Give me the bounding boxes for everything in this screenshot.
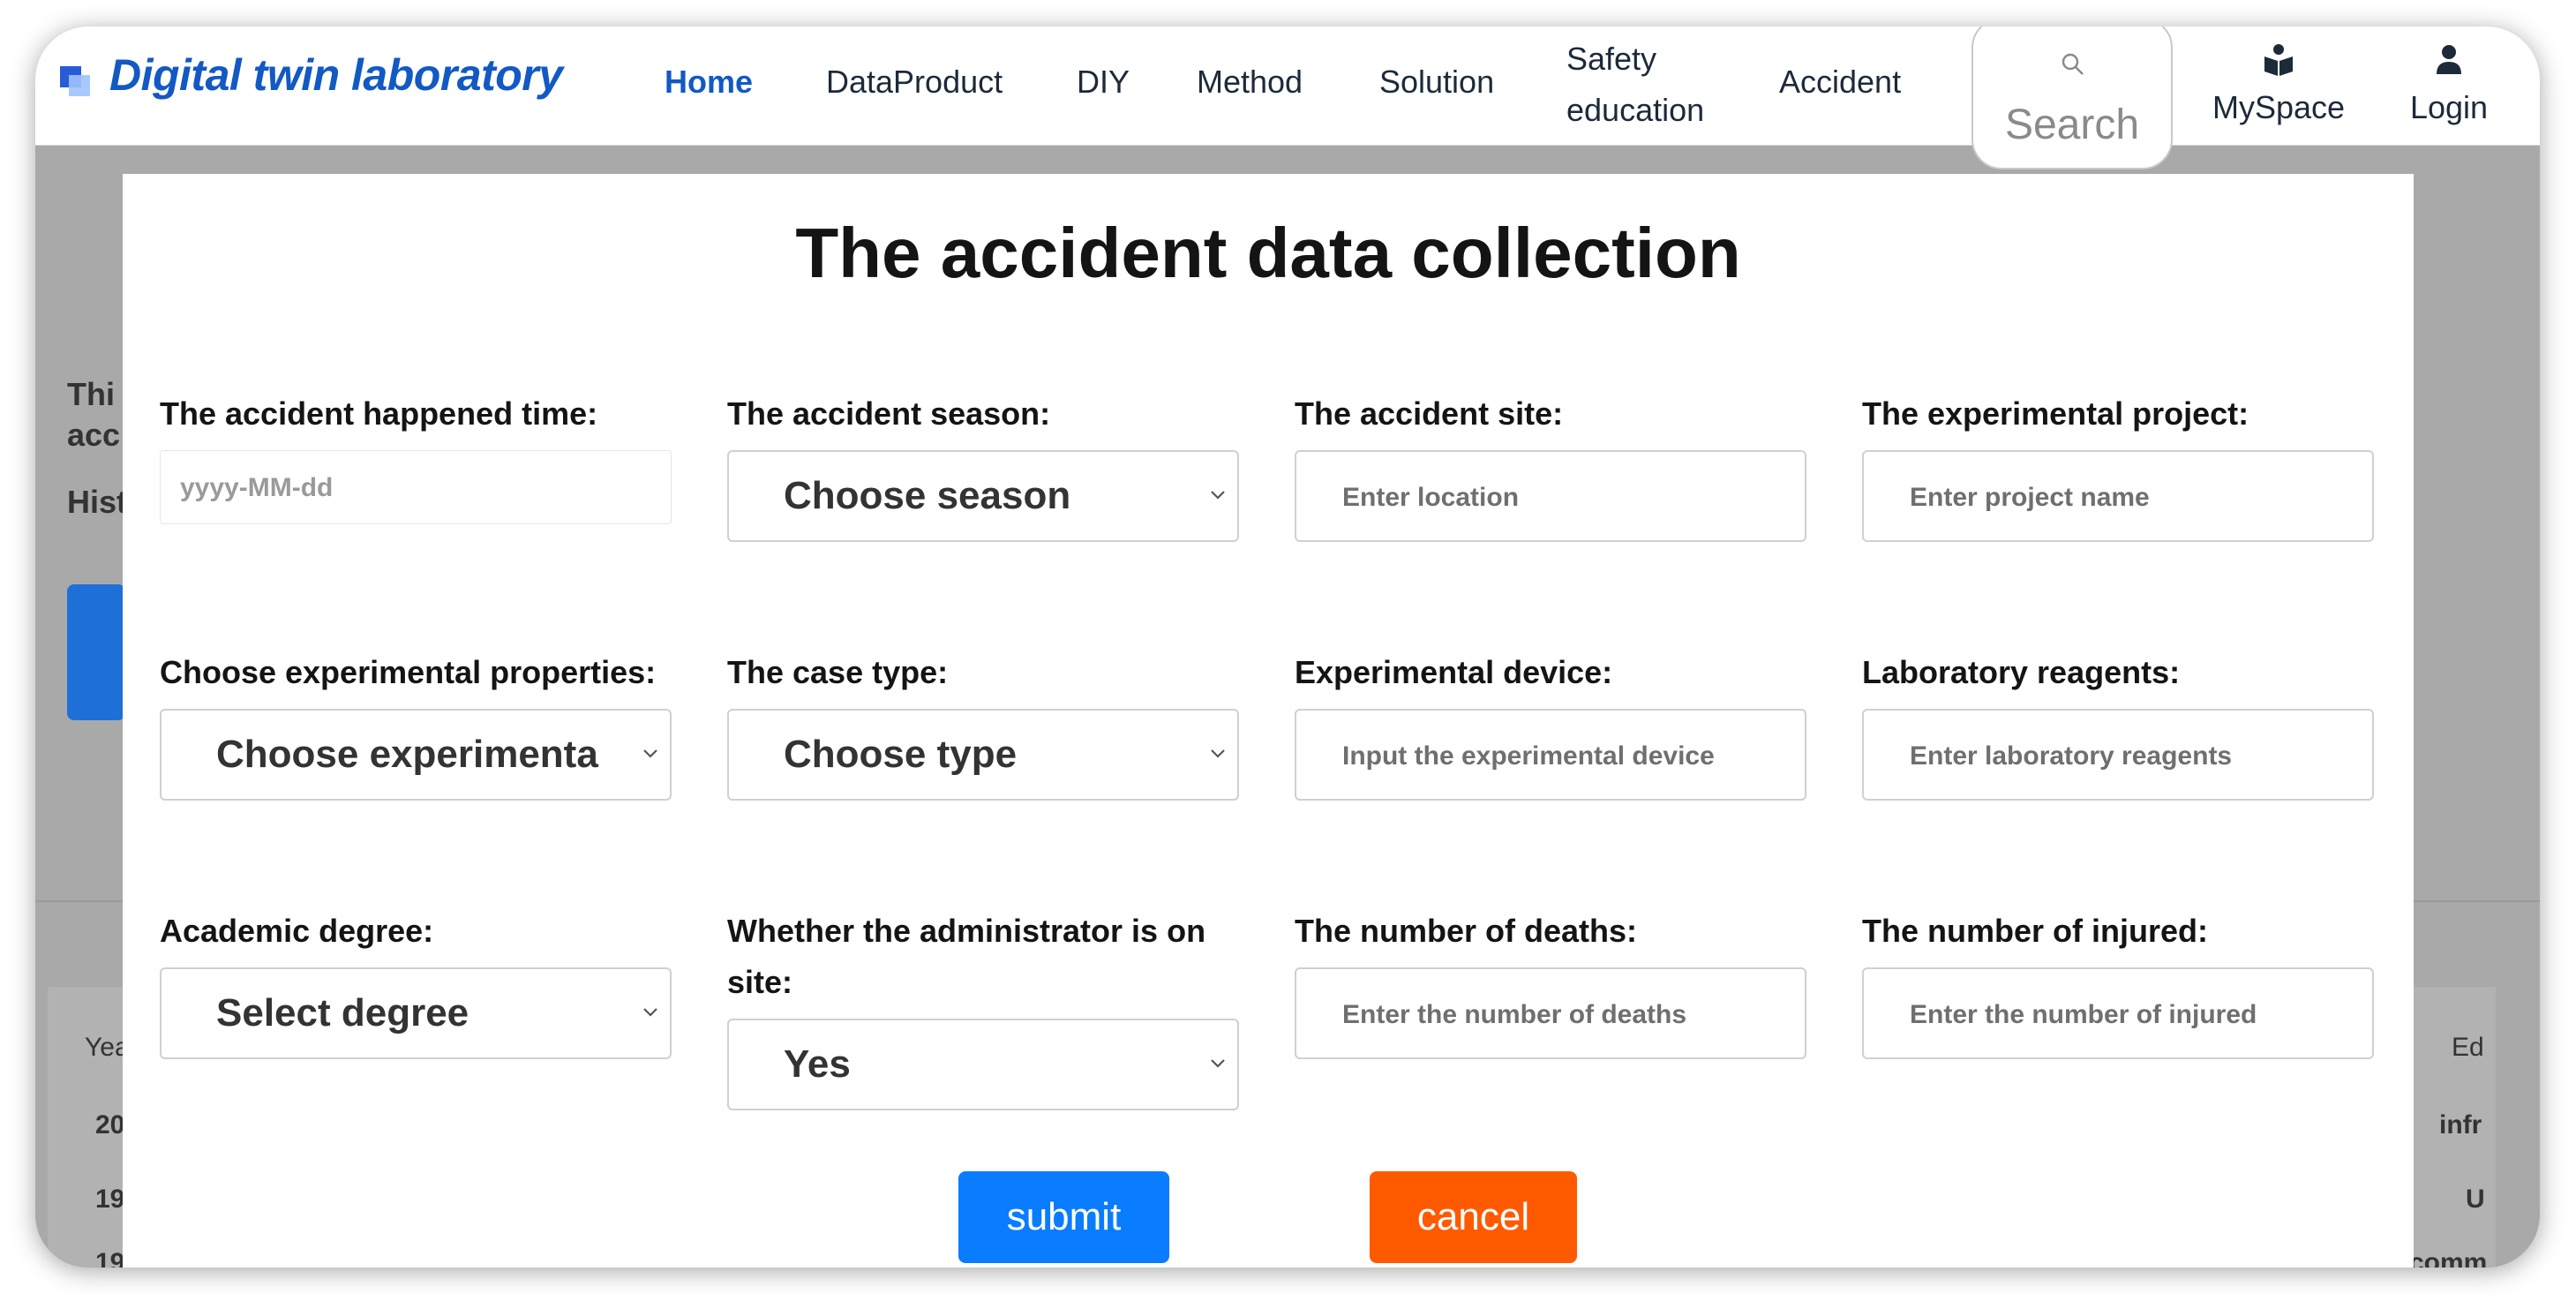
case-type-select[interactable]: Choose type — [727, 709, 1239, 801]
field-label: Laboratory reagents: — [1862, 654, 2181, 690]
nav-home[interactable]: Home — [665, 64, 753, 101]
table-row-3-year: 19 — [95, 1248, 125, 1268]
login-label: Login — [2409, 89, 2489, 125]
intro-text-line1: Thi — [67, 376, 115, 412]
site-logo[interactable]: Digital twin laboratory — [109, 49, 563, 101]
location-placeholder: Enter location — [1342, 483, 1520, 512]
user-icon — [2437, 45, 2461, 74]
accident-time-input[interactable]: yyyy-MM-dd — [160, 450, 672, 524]
logo-icon — [60, 66, 90, 96]
accident-time-placeholder: yyyy-MM-dd — [180, 473, 334, 502]
search-label: Search — [2004, 102, 2140, 148]
project-name-input[interactable]: Enter project name — [1862, 450, 2374, 542]
experimental-device-input[interactable]: Input the experimental device — [1295, 709, 1806, 801]
table-row-3-edu: comm — [2409, 1248, 2488, 1268]
field-administrator-on-site: Whether the administrator is on site: Ye… — [727, 906, 1239, 1110]
field-accident-time: The accident happened time: yyyy-MM-dd — [160, 388, 672, 524]
field-case-type: The case type: Choose type — [727, 647, 1239, 801]
experimental-device-placeholder: Input the experimental device — [1342, 741, 1715, 771]
season-select[interactable]: Choose season — [727, 450, 1239, 542]
administrator-on-site-value: Yes — [784, 1042, 851, 1086]
chevron-down-icon — [1211, 1059, 1225, 1068]
location-input[interactable]: Enter location — [1295, 450, 1806, 542]
field-label: The accident season: — [727, 395, 1051, 432]
search-button[interactable]: Search — [1971, 26, 2173, 169]
field-label: The experimental project: — [1862, 395, 2249, 432]
nav-solution[interactable]: Solution — [1379, 64, 1494, 101]
table-row-2-year: 19 — [95, 1185, 125, 1214]
chevron-down-icon — [1211, 491, 1225, 500]
nav-safety-line2: education — [1566, 92, 1705, 128]
book-reader-icon — [2264, 44, 2293, 76]
field-label: The number of injured: — [1862, 913, 2208, 949]
season-select-value: Choose season — [784, 474, 1071, 517]
nav-safety-line1: Safety — [1566, 41, 1657, 77]
accident-data-modal: The accident data collection The acciden… — [123, 174, 2414, 1268]
chevron-down-icon — [643, 749, 657, 758]
nav-accident[interactable]: Accident — [1779, 64, 1901, 101]
field-label: The case type: — [727, 654, 949, 690]
field-academic-degree: Academic degree: Select degree — [160, 906, 672, 1059]
project-name-placeholder: Enter project name — [1910, 483, 2150, 512]
field-number-of-injured: The number of injured: Enter the number … — [1862, 906, 2374, 1059]
academic-degree-value: Select degree — [216, 991, 469, 1034]
nav-login[interactable]: Login — [2400, 42, 2497, 126]
top-navigation: Digital twin laboratory Home DataProduct… — [35, 26, 2540, 169]
field-accident-site: The accident site: Enter location — [1295, 388, 1806, 542]
cancel-button[interactable]: cancel — [1370, 1171, 1577, 1263]
table-row-2-edu: U — [2466, 1185, 2485, 1214]
intro-text-line2: acc — [67, 417, 121, 453]
chevron-down-icon — [643, 1008, 657, 1017]
myspace-label: MySpace — [2212, 89, 2346, 125]
field-label: The accident happened time: — [160, 395, 598, 432]
field-accident-season: The accident season: Choose season — [727, 388, 1239, 542]
laboratory-reagents-placeholder: Enter laboratory reagents — [1910, 741, 2233, 771]
field-laboratory-reagents: Laboratory reagents: Enter laboratory re… — [1862, 647, 2374, 801]
field-label: Academic degree: — [160, 913, 434, 949]
table-row-1-edu: infr — [2439, 1110, 2482, 1140]
deaths-placeholder: Enter the number of deaths — [1342, 1000, 1687, 1029]
field-number-of-deaths: The number of deaths: Enter the number o… — [1295, 906, 1806, 1059]
case-type-value: Choose type — [784, 733, 1018, 776]
background-button — [67, 584, 125, 720]
modal-title: The accident data collection — [795, 214, 1741, 292]
deaths-input[interactable]: Enter the number of deaths — [1295, 967, 1806, 1059]
field-label: Choose experimental properties: — [160, 654, 657, 690]
field-label: The number of deaths: — [1295, 913, 1638, 949]
nav-diy[interactable]: DIY — [1077, 64, 1130, 101]
field-label: The accident site: — [1295, 395, 1564, 432]
nav-safety-education[interactable]: Safety education — [1566, 34, 1704, 136]
field-experimental-properties: Choose experimental properties: Choose e… — [160, 647, 672, 801]
experimental-properties-select[interactable]: Choose experimenta — [160, 709, 672, 801]
injured-input[interactable]: Enter the number of injured — [1862, 967, 2374, 1059]
field-experimental-device: Experimental device: Input the experimen… — [1295, 647, 1806, 801]
history-heading: Hist — [67, 484, 128, 520]
field-label: Experimental device: — [1295, 654, 1613, 690]
field-label: Whether the administrator is on site: — [727, 913, 1206, 1000]
injured-placeholder: Enter the number of injured — [1910, 1000, 2257, 1029]
laboratory-reagents-input[interactable]: Enter laboratory reagents — [1862, 709, 2374, 801]
nav-method[interactable]: Method — [1197, 64, 1303, 101]
administrator-on-site-select[interactable]: Yes — [727, 1019, 1239, 1110]
submit-button[interactable]: submit — [958, 1171, 1169, 1263]
nav-dataproduct[interactable]: DataProduct — [826, 64, 1003, 101]
table-row-1-year: 20 — [95, 1110, 125, 1140]
search-icon — [2062, 53, 2084, 75]
experimental-properties-value: Choose experimenta — [216, 733, 598, 776]
browser-viewport: Thi acc Hist Yea Ed 20 infr 19 U 19 comm… — [35, 26, 2540, 1268]
academic-degree-select[interactable]: Select degree — [160, 967, 672, 1059]
table-header-edu: Ed — [2452, 1033, 2484, 1062]
nav-myspace[interactable]: MySpace — [2209, 42, 2348, 126]
field-experimental-project: The experimental project: Enter project … — [1862, 388, 2374, 542]
chevron-down-icon — [1211, 749, 1225, 758]
